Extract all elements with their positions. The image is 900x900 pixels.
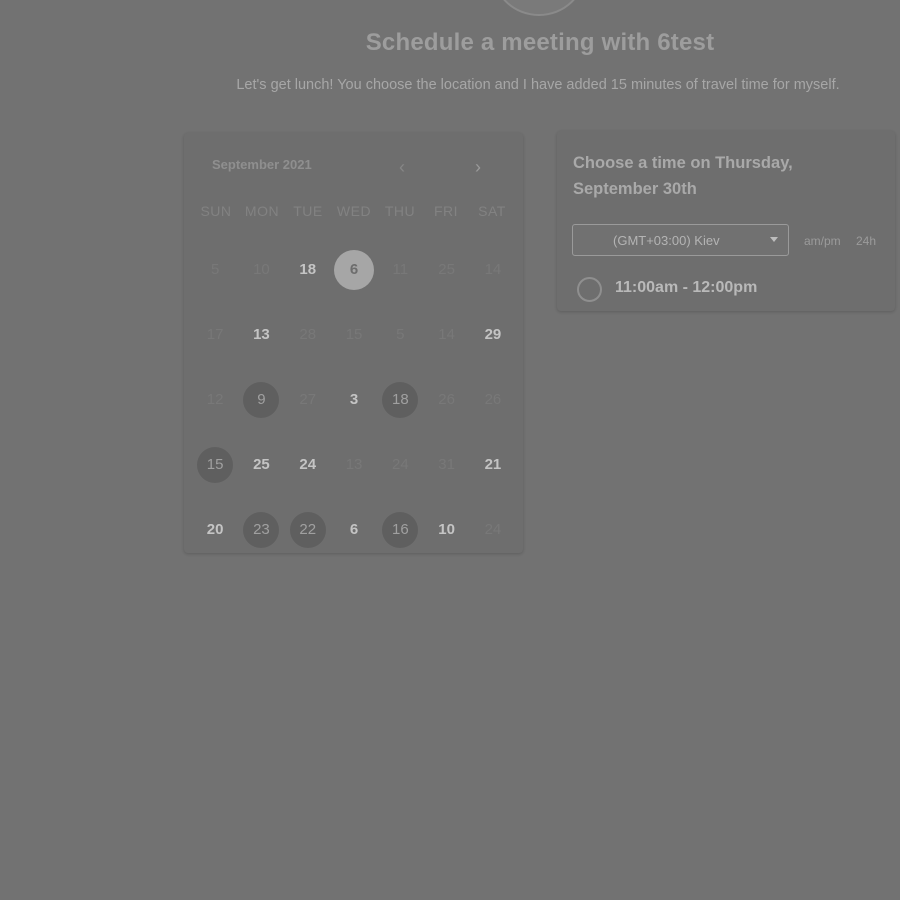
weekday-label: TUE	[293, 203, 323, 219]
day-cell: 9	[238, 367, 284, 432]
day-number: 21	[484, 456, 502, 473]
day-number: 14	[484, 261, 502, 278]
day-number: 10	[438, 521, 455, 538]
day-cell[interactable]: 20	[192, 497, 238, 562]
day-cell: 18	[377, 367, 423, 432]
day-number: 9	[243, 381, 280, 418]
24h-toggle[interactable]: 24h	[856, 234, 876, 248]
month-label: September 2021	[212, 157, 312, 172]
day-number: 6	[334, 249, 375, 290]
weekday-label: THU	[384, 203, 416, 219]
time-slot-label: 11:00am - 12:00pm	[615, 279, 758, 296]
day-cell: 14	[470, 237, 516, 302]
day-number: 6	[349, 521, 359, 538]
weekday-label: SAT	[478, 203, 506, 219]
radio-button[interactable]	[577, 277, 602, 302]
timezone-value: (GMT+03:00) Kiev	[613, 233, 720, 248]
day-number: 3	[349, 391, 359, 408]
day-cell[interactable]: 10	[423, 497, 469, 562]
day-cell: 24	[470, 497, 516, 562]
booking-page: Schedule a meeting with 6test Let's get …	[0, 0, 900, 900]
day-number: 12	[206, 391, 224, 408]
timezone-select[interactable]: (GMT+03:00) Kiev	[572, 224, 789, 256]
day-cell: 16	[377, 497, 423, 562]
day-cell[interactable]: 25	[238, 432, 284, 497]
day-cell[interactable]: 21	[470, 432, 516, 497]
weekday-header: SUN MON TUE WED THU FRI SAT	[193, 203, 514, 219]
day-cell: 22	[285, 497, 331, 562]
day-cell: 26	[470, 367, 516, 432]
day-number: 17	[206, 326, 224, 343]
chevron-left-icon[interactable]: ‹	[392, 157, 412, 179]
day-number: 15	[197, 446, 234, 483]
day-number: 29	[484, 326, 502, 343]
day-cell[interactable]: 6	[331, 497, 377, 562]
day-cell: 25	[423, 237, 469, 302]
day-number: 22	[289, 511, 326, 548]
day-number: 23	[243, 511, 280, 548]
day-number: 24	[484, 521, 502, 538]
day-number: 5	[396, 326, 405, 343]
day-number: 14	[438, 326, 455, 343]
ampm-toggle[interactable]: am/pm	[804, 234, 841, 248]
day-cell: 5	[377, 302, 423, 367]
weekday-label: SUN	[200, 203, 232, 219]
day-cell: 26	[423, 367, 469, 432]
day-cell: 23	[238, 497, 284, 562]
day-cell: 17	[192, 302, 238, 367]
day-number: 26	[438, 391, 455, 408]
day-number: 16	[382, 511, 419, 548]
time-picker-card: Choose a time on Thursday, September 30t…	[557, 131, 895, 311]
day-cell[interactable]: 3	[331, 367, 377, 432]
day-cell: 14	[423, 302, 469, 367]
day-cell: 28	[285, 302, 331, 367]
day-number: 27	[299, 391, 317, 408]
day-cell: 15	[331, 302, 377, 367]
time-heading: Choose a time on Thursday, September 30t…	[573, 154, 793, 198]
day-number: 26	[484, 391, 502, 408]
chevron-right-icon[interactable]: ›	[468, 157, 488, 179]
day-cell: 27	[285, 367, 331, 432]
calendar-card: September 2021 ‹ › SUN MON TUE WED THU FRI SAT…	[184, 133, 523, 553]
day-cell[interactable]: 29	[470, 302, 516, 367]
day-number: 18	[382, 381, 419, 418]
day-cell: 10	[238, 237, 284, 302]
day-number: 13	[345, 456, 363, 473]
day-number: 25	[438, 261, 455, 278]
day-cell: 5	[192, 237, 238, 302]
day-cell[interactable]: 18	[285, 237, 331, 302]
page-title: Schedule a meeting with 6test	[365, 29, 715, 56]
day-cell: 31	[423, 432, 469, 497]
page-description: Let's get lunch! You choose the location…	[236, 77, 840, 93]
day-cell[interactable]: 24	[285, 432, 331, 497]
day-number: 31	[438, 456, 455, 473]
day-number: 24	[391, 456, 409, 473]
caret-down-icon	[770, 237, 778, 242]
day-cell: 12	[192, 367, 238, 432]
day-cell: 11	[377, 237, 423, 302]
weekday-label: WED	[336, 203, 372, 219]
day-number: 24	[299, 456, 317, 473]
day-number: 13	[253, 326, 270, 343]
weekday-label: FRI	[433, 203, 459, 219]
day-number: 5	[210, 261, 220, 278]
day-cell: 13	[331, 432, 377, 497]
weekday-label: MON	[244, 203, 280, 219]
day-cell[interactable]: 13	[238, 302, 284, 367]
day-cell: 24	[377, 432, 423, 497]
day-cell: 15	[192, 432, 238, 497]
avatar	[493, 0, 585, 16]
day-cell-selected[interactable]: 6	[331, 237, 377, 302]
day-number: 15	[345, 326, 363, 343]
day-number: 10	[253, 261, 270, 278]
day-number: 11	[392, 261, 409, 278]
day-number: 28	[299, 326, 317, 343]
day-number: 20	[206, 521, 224, 538]
day-number: 25	[253, 456, 270, 473]
time-slot[interactable]: 11:00am - 12:00pm	[577, 277, 877, 303]
calendar-grid: 5 10 18 6 11 25 14 17 13 28 15 5 14 29 12 9 27 3 18 26 26 15 2…	[192, 237, 516, 562]
day-number: 18	[299, 261, 317, 278]
